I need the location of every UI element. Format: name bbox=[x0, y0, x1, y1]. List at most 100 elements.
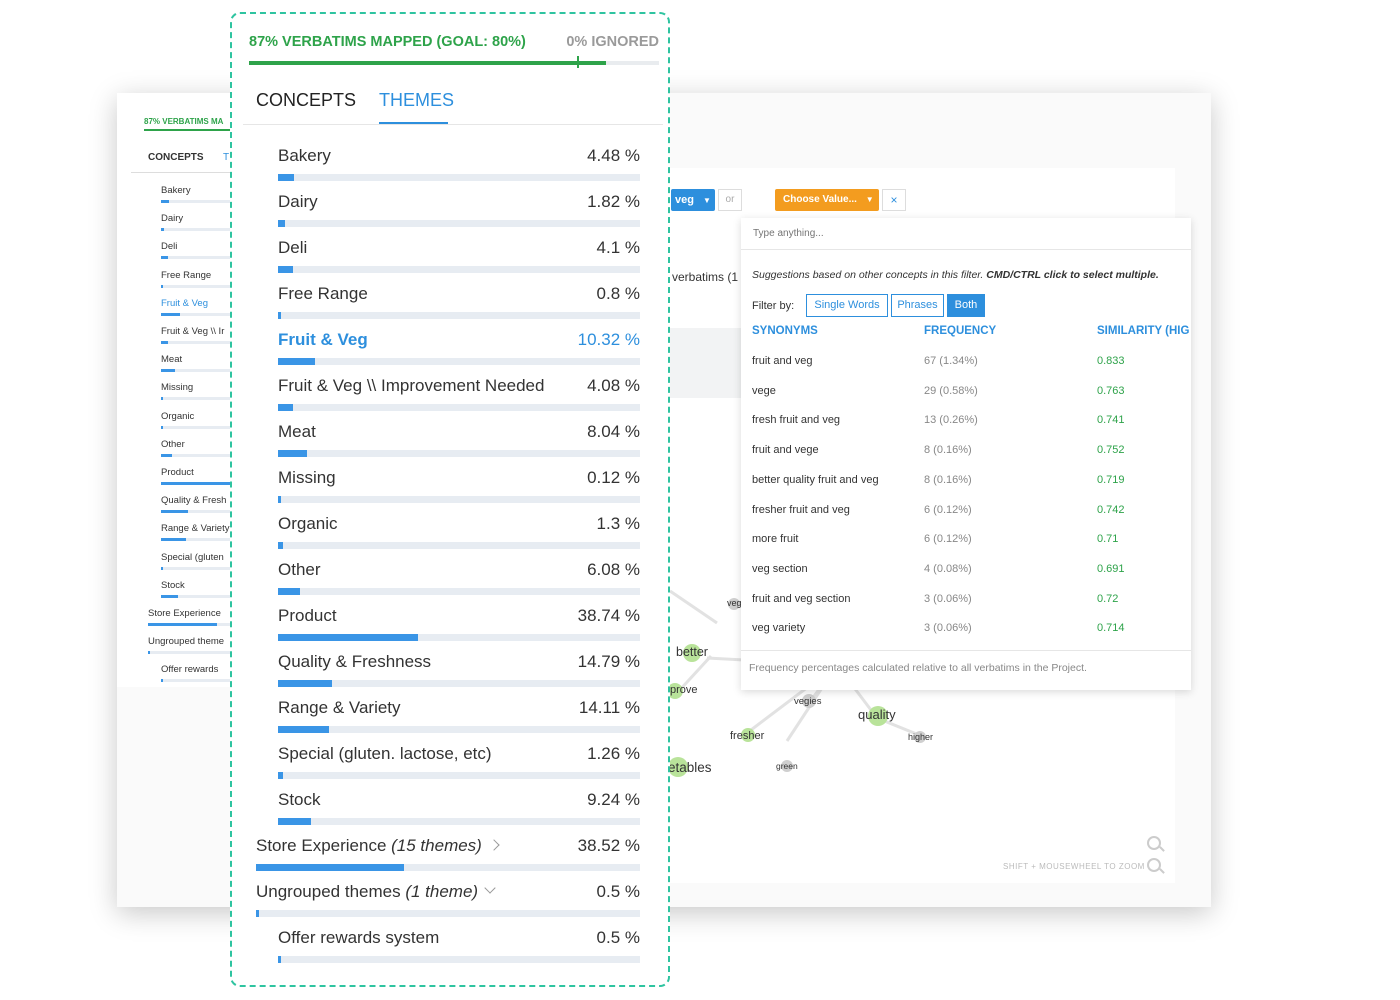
tab-themes[interactable]: THEMES bbox=[379, 90, 454, 111]
theme-row[interactable]: Fruit & Veg 10.32 % bbox=[278, 330, 640, 376]
zoom-hint: SHIFT + MOUSEWHEEL TO ZOOM bbox=[1003, 862, 1145, 871]
theme-percentage: 0.5 % bbox=[596, 882, 640, 901]
zoom-in-icon[interactable] bbox=[1147, 836, 1161, 850]
tab-concepts[interactable]: CONCEPTS bbox=[256, 90, 356, 111]
mapped-progress-fill bbox=[249, 61, 606, 65]
theme-row[interactable]: Meat 8.04 % bbox=[278, 422, 640, 468]
theme-row[interactable]: Organic 1.3 % bbox=[278, 514, 640, 560]
theme-name: Organic bbox=[278, 514, 338, 533]
theme-row[interactable]: Range & Variety 14.11 % bbox=[278, 698, 640, 744]
theme-bar-track bbox=[278, 450, 640, 457]
filter-single-words-button[interactable]: Single Words bbox=[806, 294, 888, 317]
theme-row[interactable]: Bakery 4.48 % bbox=[278, 146, 640, 192]
theme-bar-track bbox=[278, 542, 640, 549]
theme-name: Product bbox=[278, 606, 337, 625]
theme-percentage: 0.5 % bbox=[596, 928, 640, 947]
theme-label: Free Range bbox=[278, 284, 368, 304]
synonym-row[interactable]: fresh fruit and veg 13 (0.26%) 0.741 bbox=[741, 406, 1191, 436]
theme-percentage: 4.1 % bbox=[596, 238, 640, 257]
theme-row[interactable]: Fruit & Veg \\ Improvement Needed 4.08 % bbox=[278, 376, 640, 422]
theme-label: Special (gluten. lactose, etc) bbox=[278, 744, 492, 764]
theme-bar-fill bbox=[278, 588, 300, 595]
theme-bar-fill bbox=[278, 818, 311, 825]
theme-percentage: 1.26 % bbox=[587, 744, 640, 763]
synonym-row[interactable]: more fruit 6 (0.12%) 0.71 bbox=[741, 525, 1191, 555]
synonym-row[interactable]: fruit and veg 67 (1.34%) 0.833 bbox=[741, 347, 1191, 377]
similarity-score: 0.71 bbox=[1097, 533, 1119, 546]
theme-name: Offer rewards system bbox=[278, 928, 440, 947]
synonyms-header[interactable]: SYNONYMS bbox=[752, 325, 818, 337]
theme-bar-fill bbox=[278, 726, 329, 733]
theme-label: Ungrouped themes (1 theme) bbox=[256, 881, 496, 902]
theme-label: Offer rewards system bbox=[278, 928, 439, 948]
suggestion-note-text: Suggestions based on other concepts in t… bbox=[752, 269, 984, 281]
theme-name: Quality & Freshness bbox=[278, 652, 432, 671]
theme-name: Stock bbox=[278, 790, 321, 809]
filter-phrases-button[interactable]: Phrases bbox=[891, 294, 944, 317]
zoom-out-icon[interactable] bbox=[1147, 858, 1161, 872]
synonym-text: fresher fruit and veg bbox=[752, 503, 850, 516]
theme-bar-fill bbox=[278, 772, 283, 779]
chevron-right-icon[interactable] bbox=[488, 838, 500, 851]
theme-row[interactable]: Deli 4.1 % bbox=[278, 238, 640, 284]
theme-row[interactable]: Free Range 0.8 % bbox=[278, 284, 640, 330]
theme-bar-fill bbox=[278, 312, 281, 319]
theme-percentage: 4.48 % bbox=[587, 146, 640, 165]
theme-label: Fruit & Veg bbox=[278, 330, 368, 350]
theme-label: Range & Variety bbox=[278, 698, 401, 718]
similarity-score: 0.752 bbox=[1097, 444, 1125, 457]
theme-row[interactable]: Dairy 1.82 % bbox=[278, 192, 640, 238]
theme-row[interactable]: Ungrouped themes (1 theme) 0.5 % bbox=[256, 881, 640, 928]
theme-label: Bakery bbox=[278, 146, 331, 166]
theme-percentage: 1.3 % bbox=[596, 514, 640, 533]
chevron-down-icon[interactable] bbox=[484, 881, 496, 894]
synonym-text: vege bbox=[752, 384, 776, 397]
graph-node-label: vegies bbox=[794, 696, 822, 707]
theme-group-count: (1 theme) bbox=[405, 882, 479, 901]
filter-both-button[interactable]: Both bbox=[947, 294, 985, 317]
theme-bar-fill bbox=[278, 956, 281, 963]
synonym-row[interactable]: fruit and vege 8 (0.16%) 0.752 bbox=[741, 436, 1191, 466]
frequency-header[interactable]: FREQUENCY bbox=[924, 325, 996, 337]
synonym-row[interactable]: vege 29 (0.58%) 0.763 bbox=[741, 377, 1191, 407]
theme-row[interactable]: Product 38.74 % bbox=[278, 606, 640, 652]
theme-bar-track bbox=[256, 910, 640, 917]
theme-row[interactable]: Missing 0.12 % bbox=[278, 468, 640, 514]
theme-percentage: 1.82 % bbox=[587, 192, 640, 211]
frequency-text: 8 (0.16%) bbox=[924, 444, 972, 457]
synonym-row[interactable]: veg variety 3 (0.06%) 0.714 bbox=[741, 614, 1191, 644]
theme-row[interactable]: Store Experience (15 themes) 38.52 % bbox=[256, 836, 640, 882]
theme-bar-fill bbox=[256, 910, 259, 917]
graph-node-label: better bbox=[676, 645, 708, 659]
theme-bar-track bbox=[278, 220, 640, 227]
theme-bar-track bbox=[278, 404, 640, 411]
theme-name: Range & Variety bbox=[278, 698, 401, 717]
frequency-text: 3 (0.06%) bbox=[924, 592, 972, 605]
theme-percentage: 14.79 % bbox=[577, 652, 640, 671]
similarity-header[interactable]: SIMILARITY (HIG bbox=[1097, 325, 1189, 337]
theme-row[interactable]: Special (gluten. lactose, etc) 1.26 % bbox=[278, 744, 640, 790]
theme-name: Special (gluten. lactose, etc) bbox=[278, 744, 492, 763]
frequency-text: 29 (0.58%) bbox=[924, 384, 978, 397]
synonym-row[interactable]: better quality fruit and veg 8 (0.16%) 0.7… bbox=[741, 466, 1191, 496]
synonym-text: veg section bbox=[752, 562, 808, 575]
search-input[interactable] bbox=[741, 218, 1191, 250]
theme-label: Product bbox=[278, 606, 337, 626]
theme-label: Missing bbox=[278, 468, 336, 488]
theme-row[interactable]: Other 6.08 % bbox=[278, 560, 640, 606]
theme-bar-fill bbox=[278, 358, 315, 365]
theme-bar-fill bbox=[278, 266, 293, 273]
theme-bar-fill bbox=[278, 542, 283, 549]
synonym-row[interactable]: fresher fruit and veg 6 (0.12%) 0.742 bbox=[741, 496, 1191, 526]
frequency-text: 3 (0.06%) bbox=[924, 622, 972, 635]
theme-row[interactable]: Stock 9.24 % bbox=[278, 790, 640, 836]
synonym-row[interactable]: veg section 4 (0.08%) 0.691 bbox=[741, 555, 1191, 585]
theme-bar-track bbox=[278, 956, 640, 963]
synonym-row[interactable]: fruit and veg section 3 (0.06%) 0.72 bbox=[741, 585, 1191, 615]
theme-percentage: 4.08 % bbox=[587, 376, 640, 395]
theme-row[interactable]: Quality & Freshness 14.79 % bbox=[278, 652, 640, 698]
verbatims-mapped-label: 87% VERBATIMS MAPPED (GOAL: 80%) bbox=[249, 34, 526, 50]
goal-marker bbox=[577, 56, 579, 68]
theme-row[interactable]: Offer rewards system 0.5 % bbox=[278, 928, 640, 974]
theme-name: Missing bbox=[278, 468, 336, 487]
